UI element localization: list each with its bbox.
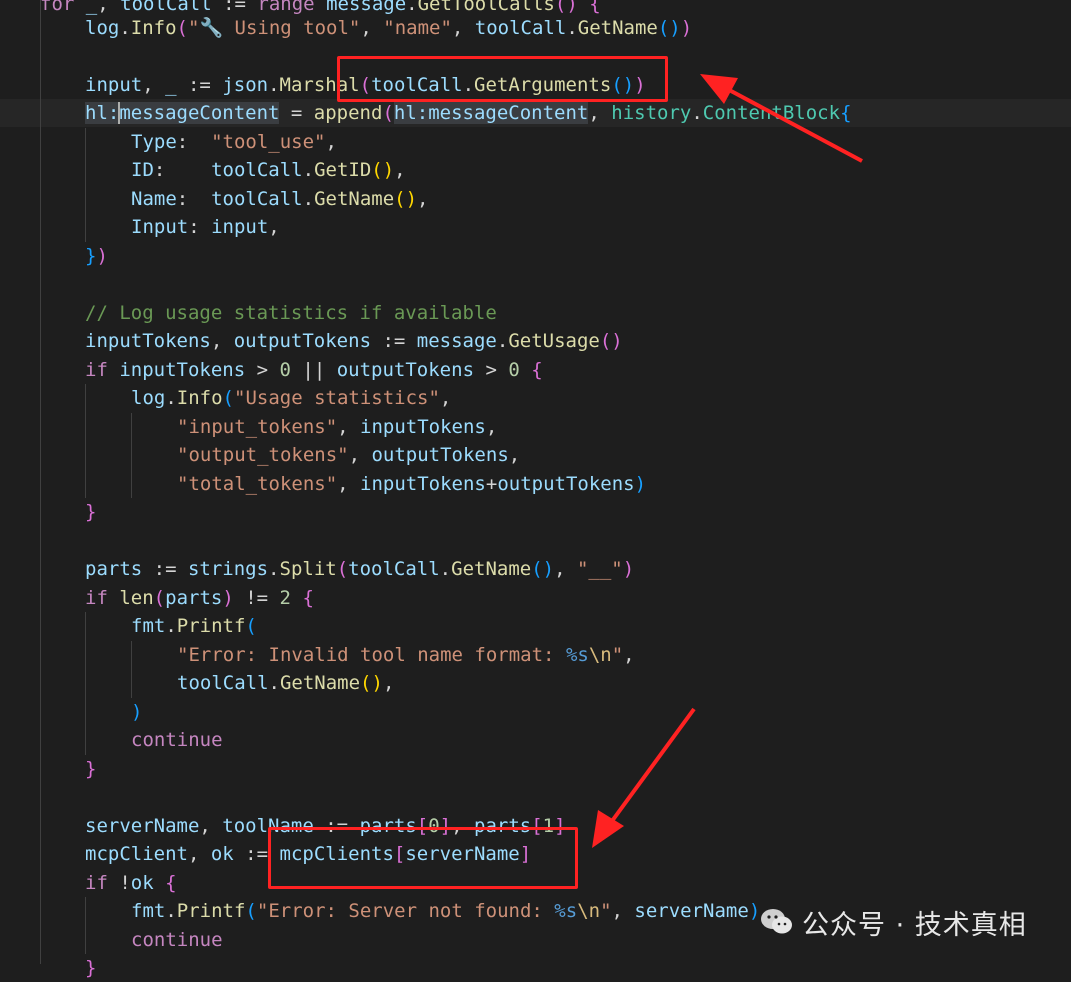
annotation-arrow-icon [700, 74, 863, 163]
annotation-arrows [592, 74, 863, 848]
wechat-logo-icon [761, 909, 792, 934]
watermark: 公众号 · 技术真相 [760, 902, 1027, 942]
watermark-text: 公众号 · 技术真相 [802, 909, 1027, 941]
annotation-arrow-icon [592, 707, 696, 848]
